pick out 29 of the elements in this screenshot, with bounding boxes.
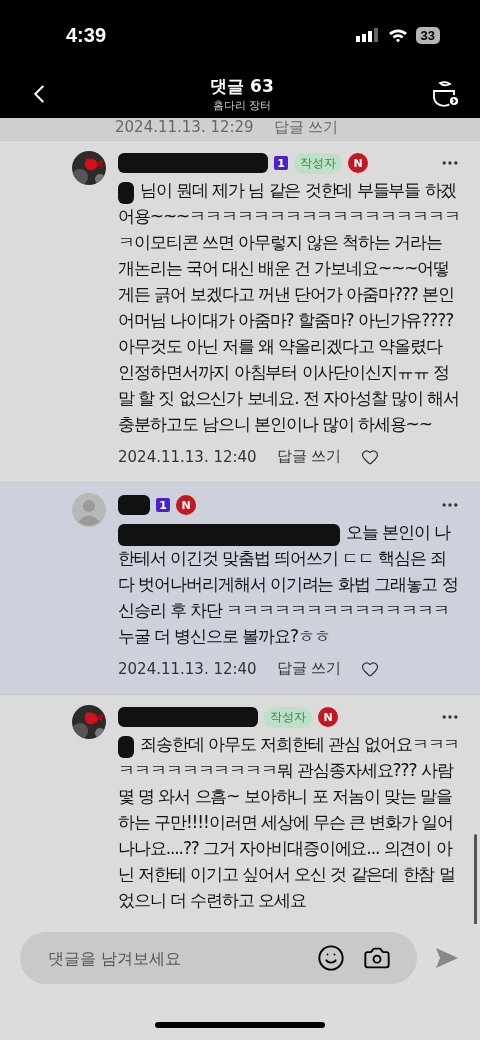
page-title: 댓글 63: [210, 75, 274, 98]
new-badge: N: [318, 707, 338, 727]
comment-text: 죄송한데 아무도 저희한테 관심 없어요ㅋㅋㅋㅋㅋㅋㅋㅋㅋㅋㅋㅋㅋ뭐 관심종자세요??? 사람 몇 명 와서 으흠~ 보아하니 포 저놈이 맞는 말을 하는 구만!!!!이러면 세상에 무슨 큰 변화가 일어나나요....?? 그거 자아비대증이에요... 의견이 아닌 저한테 이기고 싶어서 오신 것 같은데 한참 멀었으니 더 수련하고 오세요: [118, 733, 460, 912]
comment-date: 2024.11.13. 12:40: [118, 659, 257, 678]
new-badge: N: [348, 153, 368, 173]
comment-date: 2024.11.13. 12:29: [115, 118, 254, 136]
emoji-icon[interactable]: [317, 944, 345, 972]
reply-link[interactable]: 답글 쓰기: [276, 659, 342, 678]
author-badge: 작성자: [264, 706, 312, 728]
author-badge: 작성자: [294, 152, 342, 174]
signal-icon: [355, 28, 380, 42]
comment-date: 2024.11.13. 12:40: [118, 447, 257, 466]
send-button[interactable]: [435, 947, 459, 969]
reply-link[interactable]: 답글 쓰기: [273, 118, 339, 137]
reply-link[interactable]: 답글 쓰기: [276, 447, 342, 466]
level-badge: 1: [156, 498, 170, 512]
battery-level: 33: [415, 26, 440, 44]
level-badge: 1: [274, 156, 288, 170]
cafe-cup-icon[interactable]: [430, 79, 460, 109]
status-time: 4:39: [66, 23, 107, 47]
comment-text: 오늘 본인이 나한테서 이긴것 맞춤법 띄어쓰기 ㄷㄷ 핵심은 죄다 벗어나버리게해서 이기려는 화법 그래놓고 정신승리 후 차단 ㅋㅋㅋㅋㅋㅋㅋㅋㅋㅋㅋㅋㅋㅋ 누굴 더 병신으로 볼까요?ㅎㅎ: [118, 521, 459, 648]
wifi-icon: [387, 27, 408, 43]
comment-text: 님이 뭔데 제가 님 같은 것한데 부들부들 하겠어용~~~ㅋㅋㅋㅋㅋㅋㅋㅋㅋㅋㅋㅋㅋㅋㅋㅋㅋㅋ이모티콘 쓰면 아무렇지 않은 척하는 거라는 개논리는 국어 대신 배운 건 가보네요~~~어떻게든 긁어 보겠다고 꺼낸 단어가 아줌마??? 본인 어머님 나이대가 아줌마? 할줌마? 아닌가유???? 아무것도 아닌 저를 왜 약올리겠다고 약올렸다 인정하면서까지 아침부터 이사단이신지ㅠㅠ 정말 할 짓 없으신가 보네요. 전 자아성찰 많이 해서 충분하고도 남으니 본인이나 많이 하세용~~: [118, 179, 460, 436]
avatar-icon: [72, 493, 106, 527]
page-subtitle: 홈다리 장터: [212, 98, 272, 113]
like-button[interactable]: [361, 659, 380, 678]
comment-field[interactable]: 댓글을 남겨보세요: [20, 932, 417, 984]
like-button[interactable]: [361, 447, 380, 466]
new-badge: N: [176, 495, 196, 515]
